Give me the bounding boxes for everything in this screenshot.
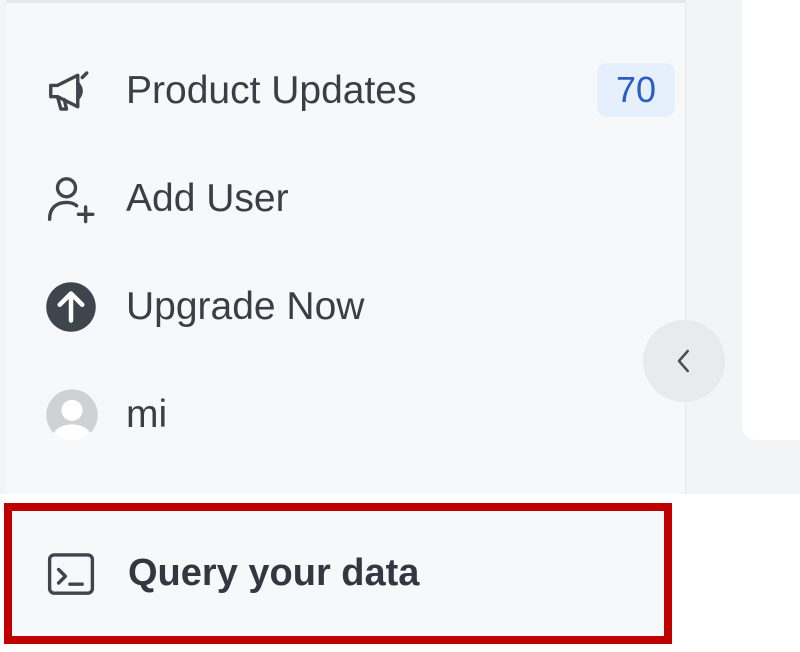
sidebar-item-label: mi [126, 393, 168, 436]
sidebar: Product Updates 70 Add User Upgrade Now [6, 0, 686, 494]
notification-count-badge: 70 [597, 63, 675, 117]
sidebar-item-profile[interactable]: mi [44, 375, 674, 455]
sidebar-item-label: Add User [126, 177, 289, 220]
sidebar-item-label: Upgrade Now [126, 285, 365, 328]
query-your-data-label: Query your data [128, 552, 420, 594]
sidebar-item-label: Product Updates [126, 69, 417, 112]
terminal-icon [44, 547, 98, 601]
sidebar-item-product-updates[interactable]: Product Updates [44, 51, 674, 131]
query-your-data-button[interactable]: Query your data [4, 503, 672, 644]
main-content-card [742, 0, 800, 440]
sidebar-item-add-user[interactable]: Add User [44, 159, 674, 239]
megaphone-icon [44, 63, 100, 119]
avatar [44, 387, 100, 443]
collapse-sidebar-button[interactable] [643, 320, 725, 402]
arrow-up-circle-icon [44, 279, 100, 335]
chevron-left-icon [669, 346, 699, 376]
add-user-icon [44, 171, 100, 227]
sidebar-item-upgrade-now[interactable]: Upgrade Now [44, 267, 674, 347]
